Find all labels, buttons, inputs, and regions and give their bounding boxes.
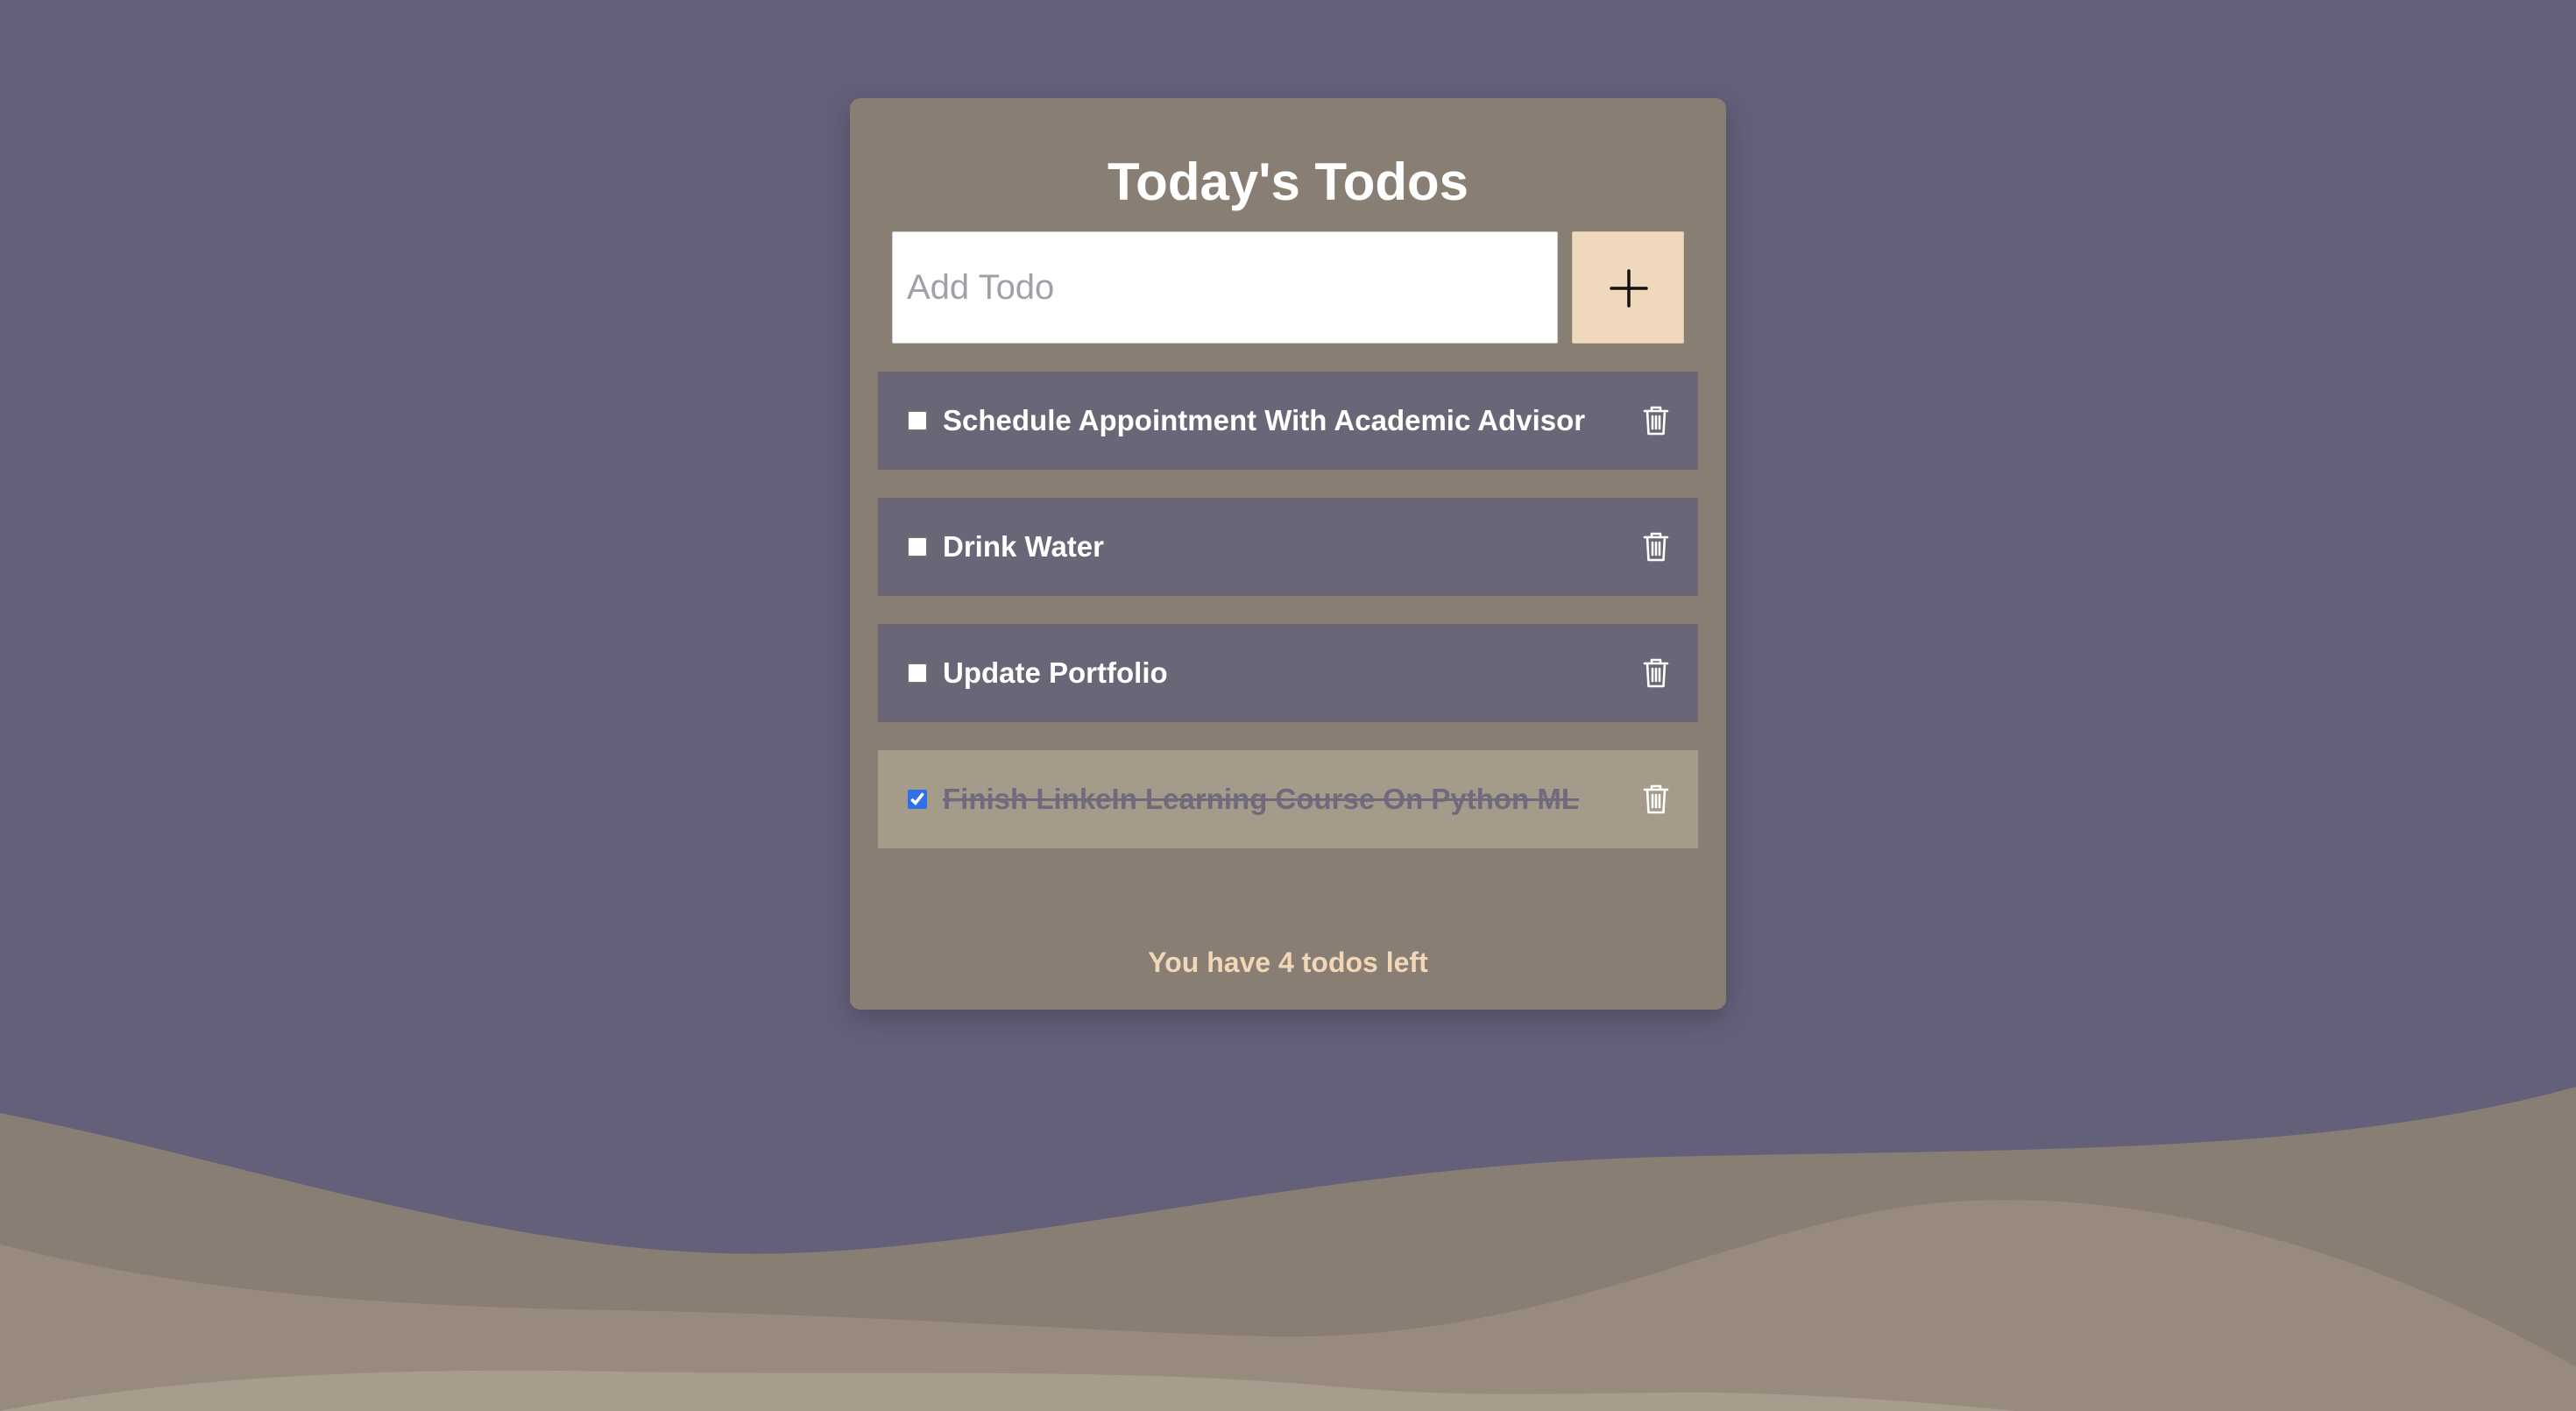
delete-todo-button[interactable] [1638,656,1674,691]
delete-todo-button[interactable] [1638,782,1674,817]
delete-todo-button[interactable] [1638,403,1674,438]
todo-checkbox[interactable] [908,663,927,683]
todo-item: Update Portfolio [878,624,1698,722]
add-todo-input[interactable] [892,231,1558,344]
todo-card: Today's Todos Schedule Appointment With … [850,98,1726,1010]
todo-text: Drink Water [943,530,1104,563]
todo-item-completed: Finish LinkeIn Learning Course On Python… [878,750,1698,848]
trash-icon [1643,532,1669,562]
delete-todo-button[interactable] [1638,529,1674,564]
trash-icon [1643,658,1669,688]
todo-list: Schedule Appointment With Academic Advis… [878,372,1698,876]
todo-item: Schedule Appointment With Academic Advis… [878,372,1698,470]
todo-text: Finish LinkeIn Learning Course On Python… [943,783,1580,815]
todo-checkbox[interactable] [908,790,927,809]
plus-icon [1610,269,1648,308]
trash-icon [1643,784,1669,814]
todo-text: Update Portfolio [943,656,1168,689]
trash-icon [1643,406,1669,436]
add-todo-button[interactable] [1572,231,1684,344]
page-title: Today's Todos [1107,152,1469,211]
todos-left-status: You have 4 todos left [1148,947,1428,978]
todo-item: Drink Water [878,498,1698,596]
todo-text: Schedule Appointment With Academic Advis… [943,404,1586,436]
todo-checkbox[interactable] [908,537,927,557]
todo-checkbox[interactable] [908,411,927,430]
